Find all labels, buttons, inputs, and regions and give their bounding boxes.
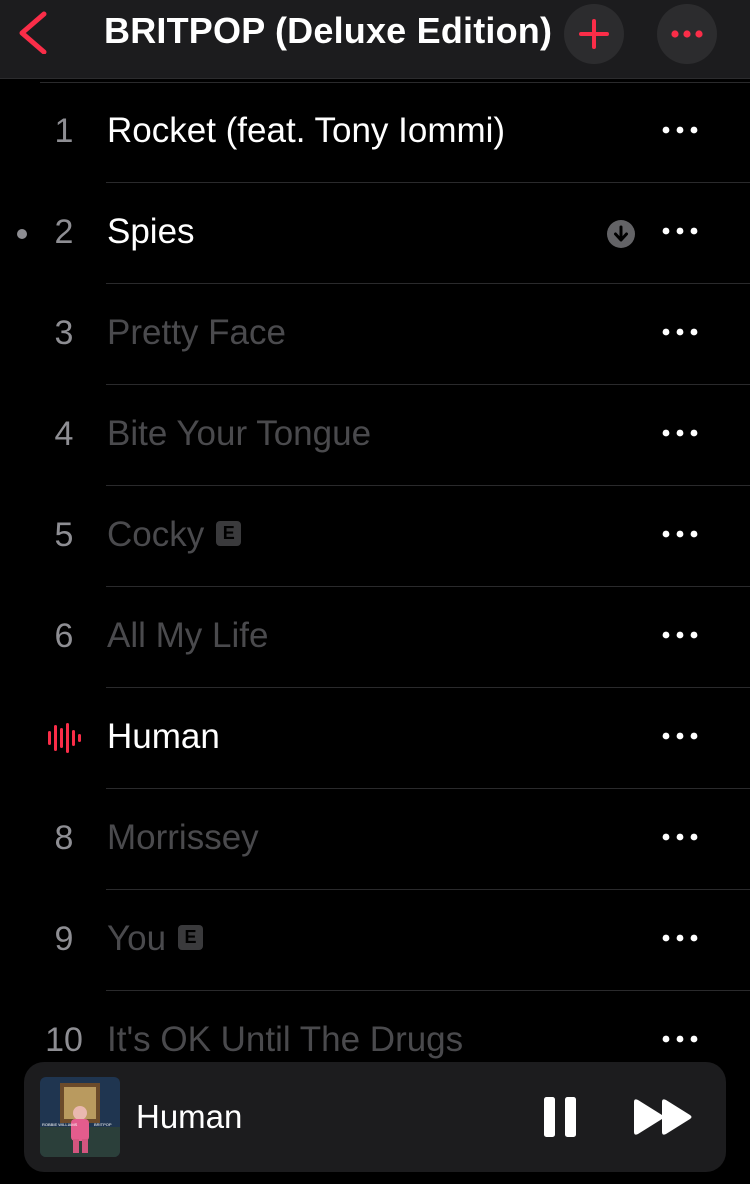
downloaded-arrow-icon xyxy=(607,220,635,248)
track-title: Spies xyxy=(107,212,195,251)
track-number: 10 xyxy=(45,1021,83,1059)
navigation-bar: BRITPOP (Deluxe Edition) xyxy=(0,0,750,79)
track-more-icon[interactable] xyxy=(660,625,700,645)
track-more-icon[interactable] xyxy=(660,221,700,241)
track-number: 8 xyxy=(54,819,74,857)
plus-icon xyxy=(579,19,609,49)
mini-player[interactable]: ROBBIE WILLIAMS BRITPOP Human xyxy=(24,1062,726,1172)
track-title: Bite Your Tongue xyxy=(107,414,372,453)
track-title: It's OK Until The Drugs xyxy=(107,1020,464,1059)
now-playing-waveform-icon xyxy=(48,723,81,753)
track-more-icon[interactable] xyxy=(660,1029,700,1049)
track-title-wrap: You E xyxy=(107,919,204,959)
track-row[interactable]: 6 All My Life xyxy=(0,587,750,688)
track-row[interactable]: 3 Pretty Face xyxy=(0,284,750,385)
track-title: You xyxy=(107,919,167,958)
pause-icon[interactable] xyxy=(542,1096,578,1138)
album-artwork: ROBBIE WILLIAMS BRITPOP xyxy=(40,1077,120,1157)
track-more-icon[interactable] xyxy=(660,120,700,140)
art-artist-text: ROBBIE WILLIAMS xyxy=(42,1122,78,1127)
track-title-wrap: Cocky E xyxy=(107,515,242,555)
explicit-badge: E xyxy=(216,521,242,547)
track-title: Rocket (feat. Tony Iommi) xyxy=(107,111,506,150)
track-list: 1 Rocket (feat. Tony Iommi) 2 Spies 3 Pr… xyxy=(0,82,750,1092)
track-row[interactable]: 8 Morrissey xyxy=(0,789,750,890)
track-row[interactable]: 5 Cocky E xyxy=(0,486,750,587)
track-row[interactable]: 2 Spies xyxy=(0,183,750,284)
track-title: All My Life xyxy=(107,616,269,655)
track-title: Morrissey xyxy=(107,818,259,857)
track-more-icon[interactable] xyxy=(660,322,700,342)
track-row-now-playing[interactable]: Human xyxy=(0,688,750,789)
track-more-icon[interactable] xyxy=(660,423,700,443)
track-number: 6 xyxy=(54,617,74,655)
chevron-left-icon xyxy=(19,11,47,54)
track-more-icon[interactable] xyxy=(660,726,700,746)
new-track-dot-icon xyxy=(17,229,27,239)
track-row[interactable]: 9 You E xyxy=(0,890,750,991)
now-playing-title: Human xyxy=(136,1098,243,1135)
add-to-library-button[interactable] xyxy=(564,4,624,64)
album-more-button[interactable] xyxy=(657,4,717,64)
explicit-badge: E xyxy=(178,925,204,951)
art-album-text: BRITPOP xyxy=(94,1122,112,1127)
track-number: 4 xyxy=(54,415,74,453)
forward-icon[interactable] xyxy=(632,1098,694,1136)
track-number: 3 xyxy=(54,314,74,352)
track-title: Pretty Face xyxy=(107,313,286,352)
ellipsis-icon xyxy=(671,30,703,38)
album-title: BRITPOP (Deluxe Edition) xyxy=(104,10,553,51)
track-more-icon[interactable] xyxy=(660,524,700,544)
track-title: Human xyxy=(107,717,220,756)
track-number: 9 xyxy=(54,920,74,958)
track-number: 2 xyxy=(54,213,74,251)
track-number: 1 xyxy=(54,112,74,150)
track-title: Cocky xyxy=(107,515,205,554)
track-row[interactable]: 4 Bite Your Tongue xyxy=(0,385,750,486)
back-button[interactable] xyxy=(14,10,54,54)
track-row[interactable]: 1 Rocket (feat. Tony Iommi) xyxy=(0,82,750,183)
album-art-image: ROBBIE WILLIAMS BRITPOP xyxy=(40,1077,120,1157)
track-number: 5 xyxy=(54,516,74,554)
track-more-icon[interactable] xyxy=(660,827,700,847)
track-more-icon[interactable] xyxy=(660,928,700,948)
